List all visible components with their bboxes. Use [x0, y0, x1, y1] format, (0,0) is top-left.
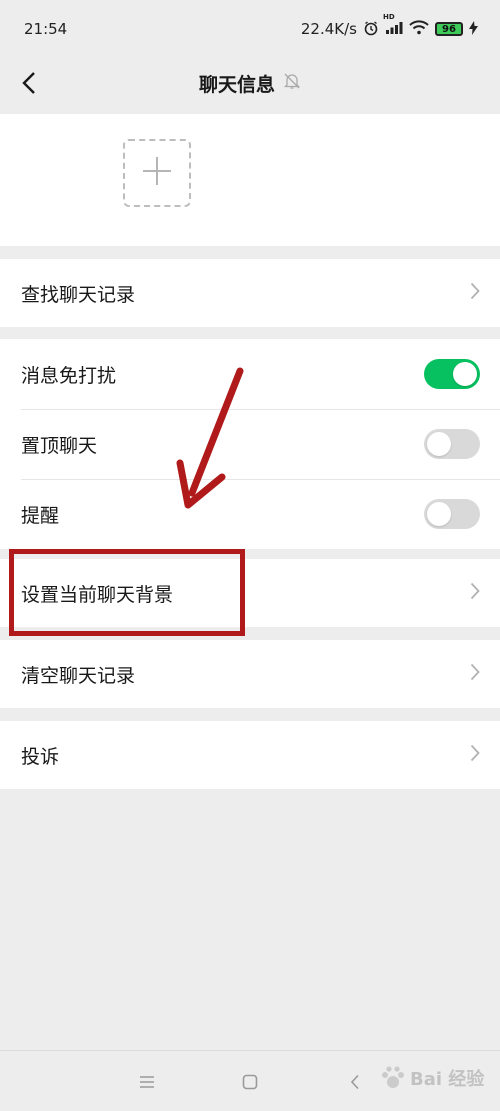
do-not-disturb-toggle[interactable]: [424, 359, 480, 389]
alarm-icon: [363, 20, 379, 39]
page-title: 聊天信息: [198, 73, 275, 96]
bell-muted-icon: [283, 72, 301, 94]
title-group: 聊天信息: [199, 70, 301, 97]
status-time: 21:54: [24, 20, 68, 38]
charging-icon: [469, 20, 478, 38]
home-square-icon[interactable]: [235, 1067, 265, 1097]
do-not-disturb-label: 消息免打扰: [21, 364, 117, 387]
signal-icon: HD: [383, 13, 403, 38]
toggle-knob: [427, 502, 451, 526]
annotation-arrow: [176, 367, 244, 509]
complain-label: 投诉: [21, 745, 60, 768]
plus-icon: [142, 156, 172, 190]
pin-chat-label: 置顶聊天: [21, 434, 98, 457]
chevron-right-icon: [470, 282, 480, 304]
complain-row[interactable]: 投诉: [0, 721, 500, 789]
remind-toggle[interactable]: [424, 499, 480, 529]
chevron-right-icon: [470, 744, 480, 766]
search-history-row[interactable]: 查找聊天记录: [0, 259, 500, 327]
watermark: Bai 经验: [380, 1058, 495, 1098]
chevron-right-icon: [470, 582, 480, 604]
battery-icon: 96: [435, 22, 463, 36]
wifi-icon: [409, 20, 429, 38]
back-chevron-icon[interactable]: [12, 66, 46, 100]
nav-bar: 聊天信息: [0, 58, 500, 108]
status-icons: 22.4K/s HD 96: [300, 13, 478, 39]
hd-badge: HD: [383, 12, 395, 21]
annotation-highlight-box: [9, 549, 245, 636]
pin-chat-toggle[interactable]: [424, 429, 480, 459]
status-bar: 21:54 22.4K/s HD 96: [0, 0, 500, 58]
toggle-knob: [453, 362, 477, 386]
clear-history-label: 清空聊天记录: [21, 664, 136, 687]
search-history-label: 查找聊天记录: [21, 283, 136, 306]
chevron-right-icon: [470, 663, 480, 685]
menu-icon[interactable]: [132, 1067, 162, 1097]
toggle-knob: [427, 432, 451, 456]
watermark-text: Bai 经验: [410, 1069, 485, 1090]
network-speed: 22.4K/s: [300, 20, 357, 38]
search-section: 查找聊天记录: [0, 259, 500, 327]
remind-label: 提醒: [21, 504, 60, 527]
complain-section: 投诉: [0, 721, 500, 789]
clear-history-row[interactable]: 清空聊天记录: [0, 640, 500, 708]
paw-logo-icon: [382, 1066, 404, 1088]
clear-section: 清空聊天记录: [0, 640, 500, 708]
members-section: [0, 114, 500, 246]
back-icon[interactable]: [340, 1067, 370, 1097]
add-member-button[interactable]: [123, 139, 191, 207]
